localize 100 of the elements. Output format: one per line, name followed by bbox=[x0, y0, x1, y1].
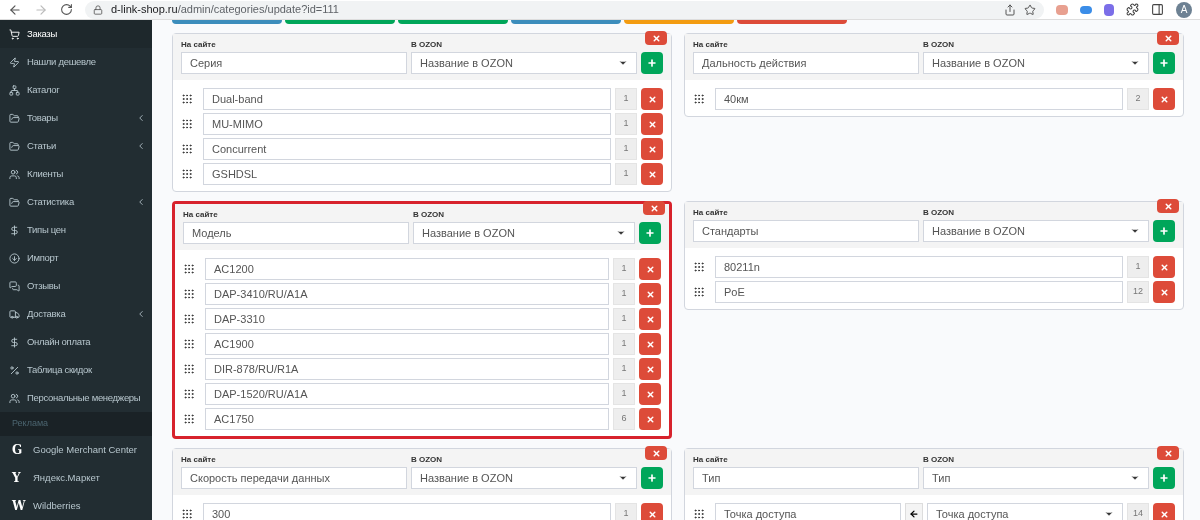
delete-button[interactable] bbox=[641, 113, 663, 135]
side-panel-icon[interactable] bbox=[1151, 3, 1164, 16]
sidebar-item[interactable]: Каталог bbox=[0, 76, 152, 104]
ozon-select[interactable]: Название в OZON bbox=[411, 52, 637, 74]
add-button[interactable] bbox=[1153, 220, 1175, 242]
sidebar-item[interactable]: Статьи bbox=[0, 132, 152, 160]
value-input[interactable]: DAP-3310 bbox=[205, 308, 609, 330]
delete-button[interactable] bbox=[641, 138, 663, 160]
drag-handle-icon[interactable] bbox=[693, 286, 705, 298]
extensions-icon[interactable] bbox=[1126, 3, 1139, 16]
drag-handle-icon[interactable] bbox=[693, 261, 705, 273]
value-input[interactable]: 40км bbox=[715, 88, 1123, 110]
site-name-input[interactable]: Серия bbox=[181, 52, 407, 74]
value-input[interactable]: DIR-878/RU/R1A bbox=[205, 358, 609, 380]
sidebar-item[interactable]: W Wildberries bbox=[0, 492, 152, 520]
delete-button[interactable] bbox=[1153, 281, 1175, 303]
delete-button[interactable] bbox=[1157, 446, 1179, 460]
sidebar-item[interactable]: Отзывы bbox=[0, 272, 152, 300]
delete-button[interactable] bbox=[639, 308, 661, 330]
drag-handle-icon[interactable] bbox=[183, 338, 195, 350]
add-button[interactable] bbox=[641, 52, 663, 74]
value-input[interactable]: AC1900 bbox=[205, 333, 609, 355]
delete-button[interactable] bbox=[639, 258, 661, 280]
add-button[interactable] bbox=[1153, 52, 1175, 74]
site-name-input[interactable]: Дальность действия bbox=[693, 52, 919, 74]
ozon-select[interactable]: Точка доступа bbox=[927, 503, 1123, 520]
delete-button[interactable] bbox=[1157, 199, 1179, 213]
sidebar-item[interactable]: G Google Merchant Center bbox=[0, 436, 152, 464]
value-input[interactable]: Точка доступа bbox=[715, 503, 901, 520]
add-button[interactable] bbox=[641, 467, 663, 489]
close-icon bbox=[649, 203, 659, 213]
sidebar-item[interactable]: Онлайн оплата bbox=[0, 328, 152, 356]
site-name-input[interactable]: Стандарты bbox=[693, 220, 919, 242]
drag-handle-icon[interactable] bbox=[183, 288, 195, 300]
value-input[interactable]: AC1750 bbox=[205, 408, 609, 430]
delete-button[interactable] bbox=[1153, 88, 1175, 110]
sidebar-item[interactable]: Y Яндекс.Маркет bbox=[0, 464, 152, 492]
delete-button[interactable] bbox=[1153, 503, 1175, 520]
delete-button[interactable] bbox=[639, 358, 661, 380]
map-arrow-button[interactable] bbox=[905, 503, 923, 520]
ozon-select[interactable]: Название в OZON bbox=[413, 222, 635, 244]
drag-handle-icon[interactable] bbox=[693, 508, 705, 520]
drag-handle-icon[interactable] bbox=[693, 93, 705, 105]
delete-button[interactable] bbox=[643, 201, 665, 215]
delete-button[interactable] bbox=[641, 503, 663, 520]
value-input[interactable]: GSHDSL bbox=[203, 163, 611, 185]
delete-button[interactable] bbox=[645, 31, 667, 45]
delete-button[interactable] bbox=[639, 283, 661, 305]
add-button[interactable] bbox=[639, 222, 661, 244]
bookmark-star-icon[interactable] bbox=[1024, 3, 1036, 16]
value-input[interactable]: 300 bbox=[203, 503, 611, 520]
sidebar-item[interactable]: Доставка bbox=[0, 300, 152, 328]
value-input[interactable]: DAP-1520/RU/A1A bbox=[205, 383, 609, 405]
reload-icon[interactable] bbox=[60, 3, 73, 16]
sidebar-item[interactable]: Статистика bbox=[0, 188, 152, 216]
value-input[interactable]: PoE bbox=[715, 281, 1123, 303]
value-input[interactable]: Concurrent bbox=[203, 138, 611, 160]
drag-handle-icon[interactable] bbox=[181, 93, 193, 105]
ozon-select[interactable]: Название в OZON bbox=[923, 52, 1149, 74]
address-bar[interactable]: d-link-shop.ru/admin/categories/update?id=111 bbox=[85, 0, 1044, 19]
drag-handle-icon[interactable] bbox=[181, 118, 193, 130]
back-icon[interactable] bbox=[8, 2, 22, 17]
value-input[interactable]: Dual-band bbox=[203, 88, 611, 110]
share-icon[interactable] bbox=[1004, 3, 1016, 16]
delete-button[interactable] bbox=[1157, 31, 1179, 45]
value-input[interactable]: DAP-3410/RU/A1A bbox=[205, 283, 609, 305]
drag-handle-icon[interactable] bbox=[183, 263, 195, 275]
sidebar-item[interactable]: Товары bbox=[0, 104, 152, 132]
delete-button[interactable] bbox=[639, 408, 661, 430]
ozon-select[interactable]: Название в OZON bbox=[923, 220, 1149, 242]
drag-handle-icon[interactable] bbox=[183, 313, 195, 325]
drag-handle-icon[interactable] bbox=[183, 388, 195, 400]
sidebar-item[interactable]: Заказы bbox=[0, 20, 152, 48]
sidebar-item[interactable]: Импорт bbox=[0, 244, 152, 272]
delete-button[interactable] bbox=[641, 88, 663, 110]
delete-button[interactable] bbox=[645, 446, 667, 460]
site-name-input[interactable]: Скорость передачи данных bbox=[181, 467, 407, 489]
value-input[interactable]: 80211n bbox=[715, 256, 1123, 278]
value-input[interactable]: AC1200 bbox=[205, 258, 609, 280]
sidebar-item[interactable]: Персональные менеджеры bbox=[0, 384, 152, 412]
drag-handle-icon[interactable] bbox=[183, 363, 195, 375]
sidebar-item[interactable]: Таблица скидок bbox=[0, 356, 152, 384]
delete-button[interactable] bbox=[1153, 256, 1175, 278]
sidebar-item[interactable]: Нашли дешевле bbox=[0, 48, 152, 76]
ozon-select[interactable]: Тип bbox=[923, 467, 1149, 489]
profile-avatar[interactable]: A bbox=[1176, 1, 1192, 18]
add-button[interactable] bbox=[1153, 467, 1175, 489]
delete-button[interactable] bbox=[639, 383, 661, 405]
drag-handle-icon[interactable] bbox=[183, 413, 195, 425]
delete-button[interactable] bbox=[639, 333, 661, 355]
drag-handle-icon[interactable] bbox=[181, 143, 193, 155]
site-name-input[interactable]: Модель bbox=[183, 222, 409, 244]
drag-handle-icon[interactable] bbox=[181, 508, 193, 520]
sidebar-item[interactable]: Клиенты bbox=[0, 160, 152, 188]
value-input[interactable]: MU-MIMO bbox=[203, 113, 611, 135]
sidebar-item[interactable]: Типы цен bbox=[0, 216, 152, 244]
delete-button[interactable] bbox=[641, 163, 663, 185]
drag-handle-icon[interactable] bbox=[181, 168, 193, 180]
ozon-select[interactable]: Название в OZON bbox=[411, 467, 637, 489]
site-name-input[interactable]: Тип bbox=[693, 467, 919, 489]
